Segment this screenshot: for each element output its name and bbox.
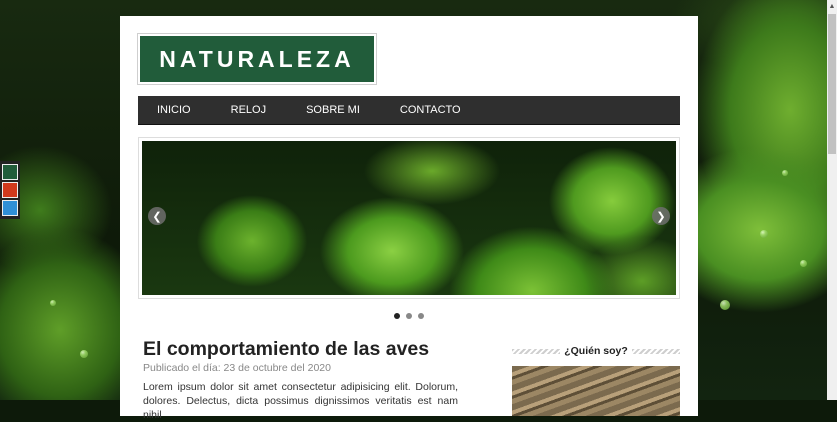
about-me-image xyxy=(512,366,680,416)
nav-item-contacto[interactable]: CONTACTO xyxy=(400,104,461,116)
scrollbar-thumb[interactable] xyxy=(828,14,836,154)
slider-pagination xyxy=(120,306,698,324)
water-drop xyxy=(80,350,88,358)
title-stripe xyxy=(631,348,680,354)
post-date: Publicado el día: 23 de octubre del 2020 xyxy=(143,362,331,374)
nav-item-sobre-mi[interactable]: SOBRE MI xyxy=(306,104,360,116)
slider-dot[interactable] xyxy=(406,313,412,319)
water-drop xyxy=(800,260,807,267)
slider-dot[interactable] xyxy=(394,313,400,319)
nav-item-reloj[interactable]: RELOJ xyxy=(231,104,266,116)
sidebar-widget-title: ¿Quién soy? xyxy=(512,344,680,358)
theme-swatch-red[interactable] xyxy=(2,182,18,198)
water-drop xyxy=(782,170,788,176)
site-logo[interactable]: NATURALEZA xyxy=(137,33,377,85)
post-title[interactable]: El comportamiento de las aves xyxy=(143,338,429,361)
vertical-scrollbar[interactable]: ▲ xyxy=(827,0,837,400)
slider-prev-arrow-icon[interactable]: ❮ xyxy=(148,207,166,225)
water-drop xyxy=(760,230,768,238)
water-drop xyxy=(50,300,56,306)
image-slider: ❮ ❯ xyxy=(138,137,680,299)
slider-next-arrow-icon[interactable]: ❯ xyxy=(652,207,670,225)
page-container: NATURALEZA INICIO RELOJ SOBRE MI CONTACT… xyxy=(120,16,698,421)
slide-image: ❮ ❯ xyxy=(142,141,676,295)
scroll-up-arrow-icon[interactable]: ▲ xyxy=(827,0,837,12)
water-drop xyxy=(720,300,730,310)
main-nav: INICIO RELOJ SOBRE MI CONTACTO xyxy=(138,96,680,125)
theme-color-switcher xyxy=(0,161,20,219)
theme-swatch-blue[interactable] xyxy=(2,200,18,216)
slider-dot[interactable] xyxy=(418,313,424,319)
widget-title-text: ¿Quién soy? xyxy=(564,345,628,357)
post-excerpt: Lorem ipsum dolor sit amet consectetur a… xyxy=(143,381,458,421)
logo-text: NATURALEZA xyxy=(159,45,355,72)
theme-swatch-green[interactable] xyxy=(2,164,18,180)
title-stripe xyxy=(512,348,561,354)
nav-item-inicio[interactable]: INICIO xyxy=(157,104,191,116)
